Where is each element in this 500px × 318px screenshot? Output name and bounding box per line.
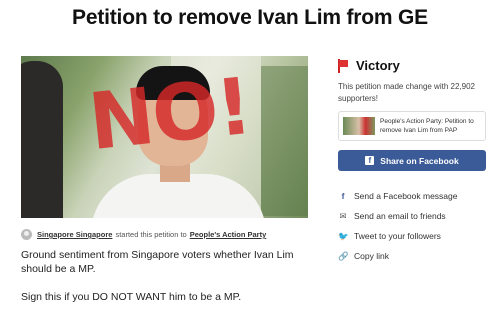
page-title: Petition to remove Ivan Lim from GE xyxy=(72,6,428,29)
twitter-icon: 🐦 xyxy=(338,230,349,241)
avatar[interactable] xyxy=(21,229,32,240)
petition-description: Ground sentiment from Singapore voters w… xyxy=(21,248,311,318)
share-copy-link[interactable]: 🔗 Copy link xyxy=(338,246,457,266)
victory-description: This petition made change with 22,902 su… xyxy=(338,82,475,103)
share-item-label: Tweet to your followers xyxy=(354,231,441,241)
share-item-label: Copy link xyxy=(354,251,389,261)
share-item-label: Send a Facebook message xyxy=(354,191,458,201)
petition-starter-line: Singapore Singapore started this petitio… xyxy=(21,229,266,240)
share-item-label: Send an email to friends xyxy=(354,211,446,221)
starter-name-link[interactable]: Singapore Singapore xyxy=(37,230,112,239)
starter-middle-text: started this petition to xyxy=(115,230,187,239)
share-email[interactable]: ✉ Send an email to friends xyxy=(338,206,457,226)
share-options: f Send a Facebook message ✉ Send an emai… xyxy=(338,186,457,266)
target-link[interactable]: People's Action Party xyxy=(190,230,267,239)
foreground-person xyxy=(21,61,63,218)
background-foliage xyxy=(261,66,308,216)
victory-status: Victory xyxy=(338,58,400,73)
victory-flag-icon xyxy=(338,58,348,73)
link-icon: 🔗 xyxy=(338,250,349,261)
victory-label: Victory xyxy=(356,58,400,73)
image-overlay-text: NO! xyxy=(84,61,255,169)
fb-button-label: Share on Facebook xyxy=(380,155,459,166)
email-icon: ✉ xyxy=(339,210,347,221)
facebook-messenger-icon: f xyxy=(341,191,345,201)
description-paragraph: Sign this if you DO NOT WANT him to be a… xyxy=(21,291,242,303)
share-facebook-message[interactable]: f Send a Facebook message xyxy=(338,186,458,206)
petition-image: NO! xyxy=(21,56,308,218)
share-on-facebook-button[interactable]: f Share on Facebook xyxy=(338,150,486,171)
card-thumbnail xyxy=(343,117,375,135)
petition-share-card[interactable]: People's Action Party: Petition to remov… xyxy=(338,111,486,141)
card-text: People's Action Party: Petition to remov… xyxy=(380,118,474,134)
facebook-icon: f xyxy=(365,156,375,165)
description-paragraph: Ground sentiment from Singapore voters w… xyxy=(21,249,294,275)
share-tweet[interactable]: 🐦 Tweet to your followers xyxy=(338,226,457,246)
